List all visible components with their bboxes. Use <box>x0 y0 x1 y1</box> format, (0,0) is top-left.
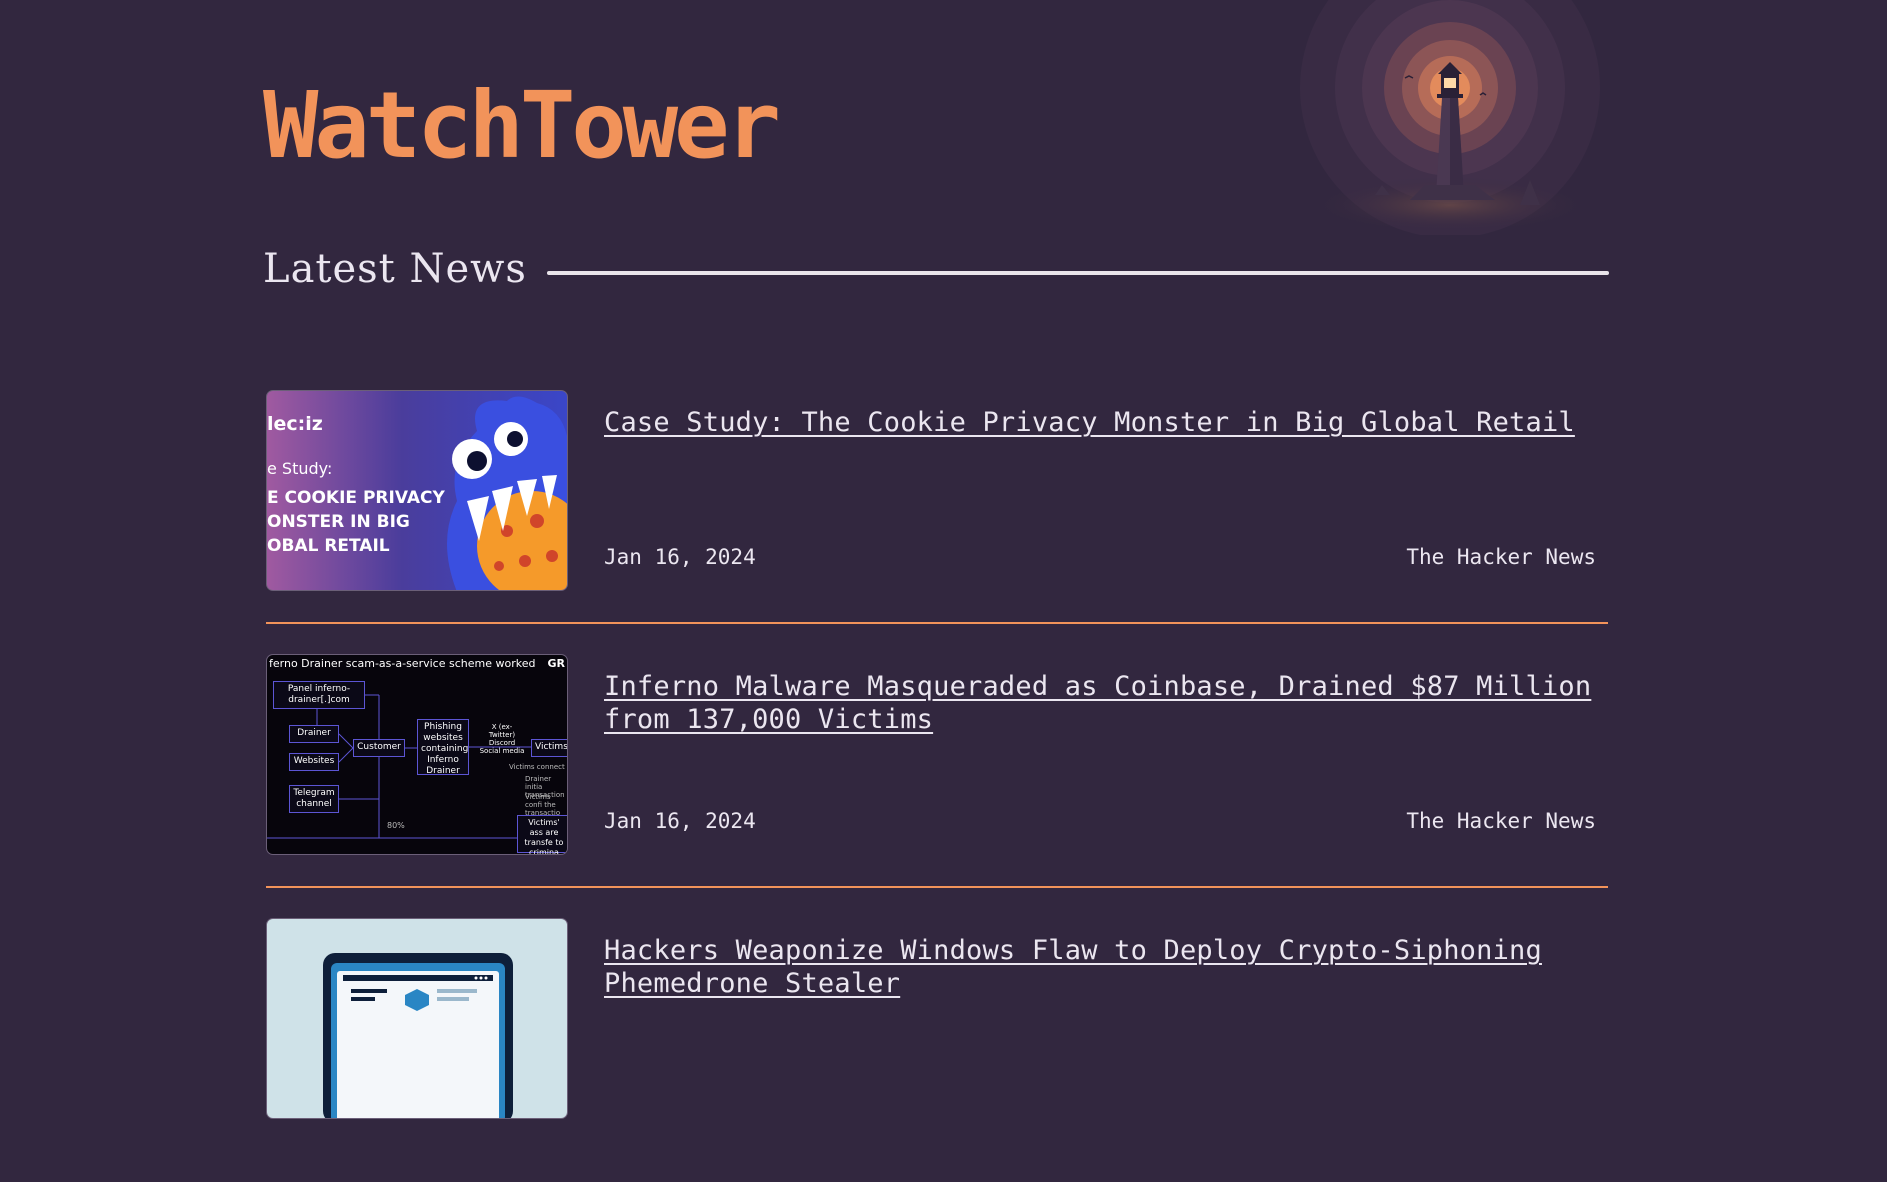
article-headline-link[interactable]: Case Study: The Cookie Privacy Monster i… <box>604 406 1604 439</box>
article-headline-link[interactable]: Hackers Weaponize Windows Flaw to Deploy… <box>604 934 1604 1000</box>
article-source: The Hacker News <box>1406 545 1596 569</box>
thumbnail-brand-text: lec:iz <box>267 413 323 435</box>
article-source: The Hacker News <box>1406 809 1596 833</box>
news-item: lec:iz e Study: E COOKIE PRIVACY ONSTER … <box>266 390 1608 654</box>
site-title[interactable]: WatchTower <box>263 76 781 176</box>
article-headline-link[interactable]: Inferno Malware Masqueraded as Coinbase,… <box>604 670 1604 736</box>
news-list: lec:iz e Study: E COOKIE PRIVACY ONSTER … <box>266 390 1608 1182</box>
article-thumbnail[interactable] <box>266 918 568 1119</box>
article-divider <box>266 622 1608 624</box>
article-divider <box>266 886 1608 888</box>
news-item: Hackers Weaponize Windows Flaw to Deploy… <box>266 918 1608 1182</box>
section-divider <box>546 271 1609 275</box>
laptop-illustration <box>323 953 513 1118</box>
article-thumbnail[interactable]: ferno Drainer scam-as-a-service scheme w… <box>266 654 568 855</box>
diagram-connector-lines <box>267 694 531 839</box>
thumbnail-title-text: E COOKIE PRIVACY ONSTER IN BIG OBAL RETA… <box>267 488 445 556</box>
thumbnail-subtitle-text: e Study: <box>267 459 333 478</box>
article-date: Jan 16, 2024 <box>604 545 756 569</box>
news-item: ferno Drainer scam-as-a-service scheme w… <box>266 654 1608 918</box>
article-thumbnail[interactable]: lec:iz e Study: E COOKIE PRIVACY ONSTER … <box>266 390 568 591</box>
lighthouse-illustration <box>1300 0 1600 235</box>
section-title: Latest News <box>263 246 527 292</box>
article-date: Jan 16, 2024 <box>604 809 756 833</box>
latest-news-header: Latest News <box>263 243 1609 295</box>
cookie-monster-illustration <box>447 396 567 590</box>
